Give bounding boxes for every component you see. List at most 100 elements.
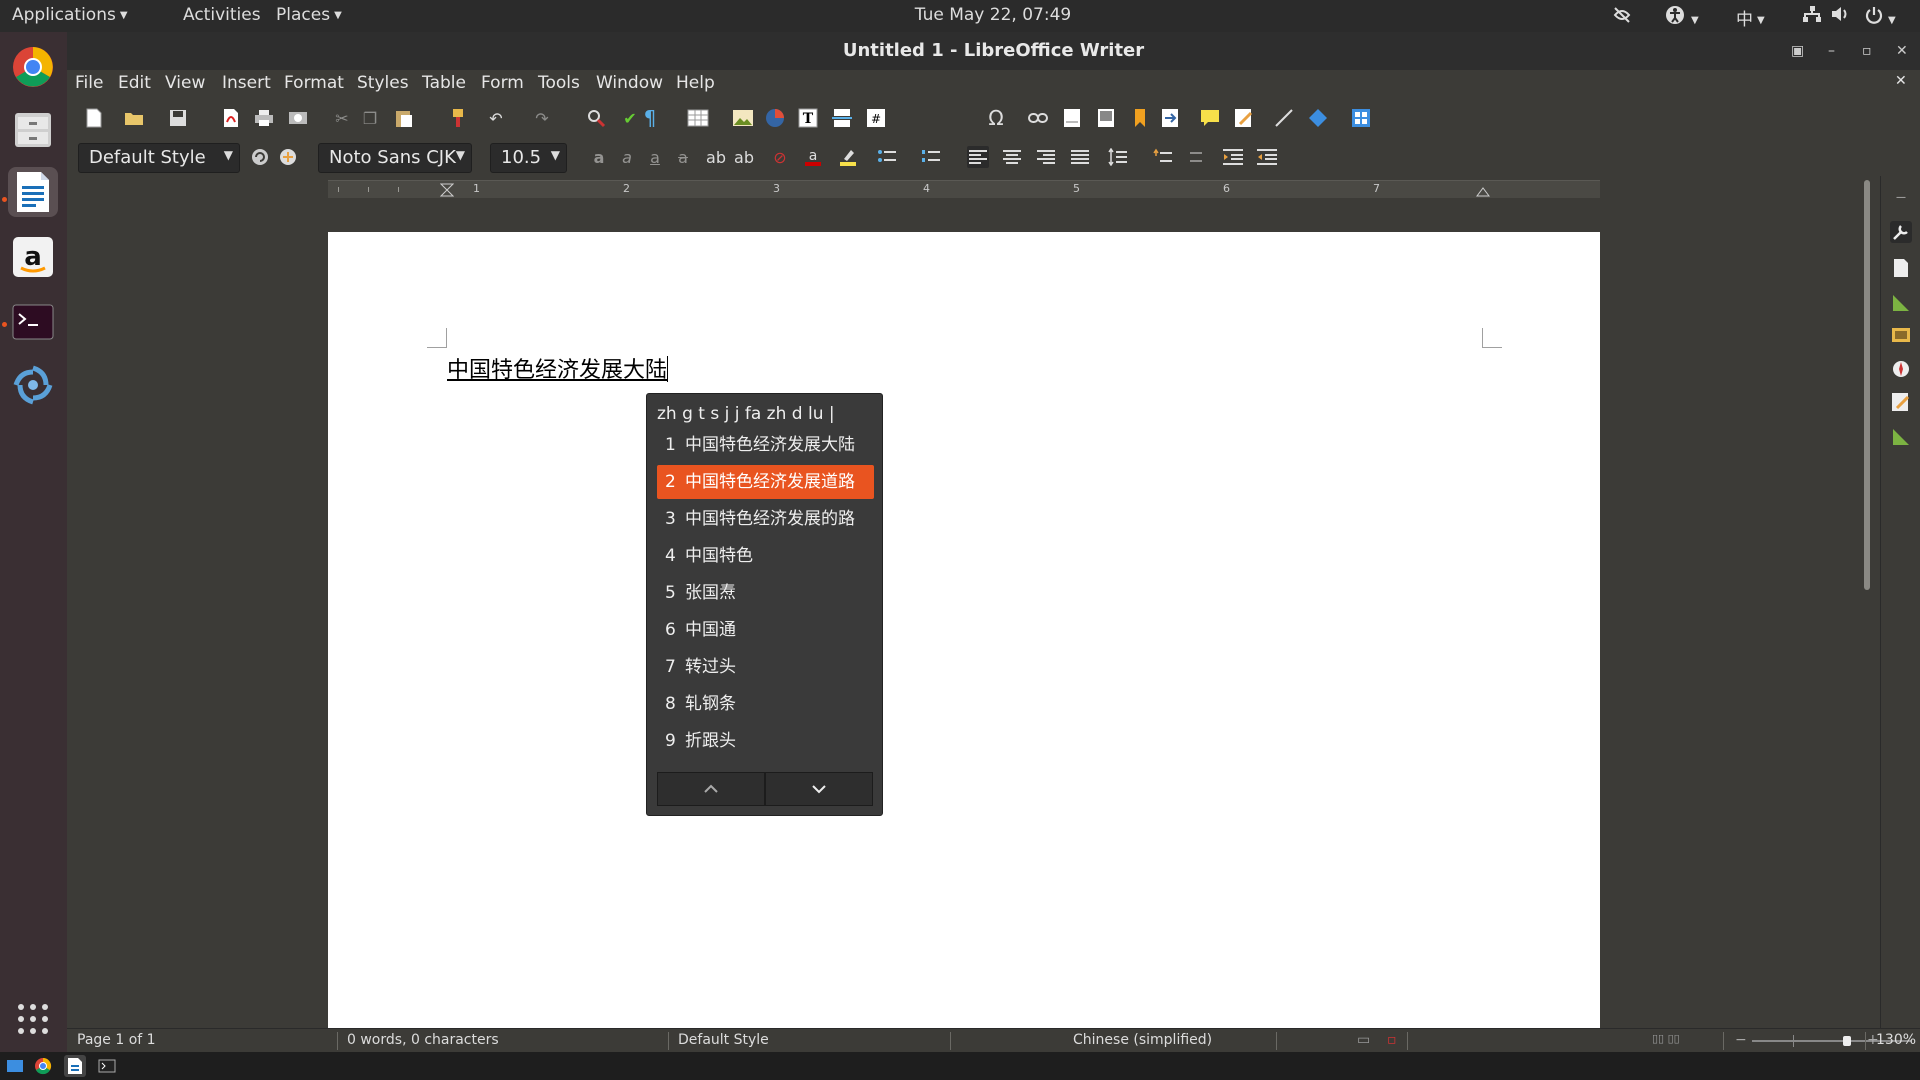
minimize-button[interactable]: – bbox=[1828, 32, 1835, 70]
chrome-launcher[interactable] bbox=[8, 42, 58, 92]
close-document-button[interactable]: ✕ bbox=[1895, 73, 1907, 89]
menu-edit[interactable]: Edit bbox=[118, 73, 151, 93]
insert-footnote-icon[interactable] bbox=[1061, 107, 1083, 129]
terminal-launcher[interactable] bbox=[8, 297, 58, 347]
volume-icon[interactable] bbox=[1830, 5, 1850, 28]
word-count-status[interactable]: 0 words, 0 characters bbox=[347, 1032, 499, 1048]
menu-help[interactable]: Help bbox=[676, 73, 715, 93]
styles-icon[interactable] bbox=[1890, 292, 1912, 314]
writer-task-icon[interactable] bbox=[64, 1055, 86, 1077]
paragraph-style-combo[interactable]: Default Style ▼ bbox=[78, 143, 240, 173]
font-color-icon[interactable]: a bbox=[802, 146, 824, 168]
insert-chart-icon[interactable] bbox=[764, 107, 786, 129]
ime-candidate[interactable]: 9 折跟头 bbox=[657, 724, 874, 758]
insert-page-break-icon[interactable] bbox=[831, 107, 853, 129]
gallery-icon[interactable] bbox=[1890, 324, 1912, 346]
line-spacing-icon[interactable] bbox=[1107, 146, 1129, 168]
insert-table-icon[interactable] bbox=[687, 107, 709, 129]
ime-next-page-button[interactable] bbox=[765, 772, 873, 806]
increase-indent-icon[interactable] bbox=[1222, 146, 1244, 168]
insert-endnote-icon[interactable] bbox=[1095, 107, 1117, 129]
amazon-launcher[interactable]: a bbox=[8, 232, 58, 282]
zoom-level-status[interactable]: 130% bbox=[1876, 1032, 1916, 1048]
show-desktop-icon[interactable] bbox=[4, 1055, 26, 1077]
universal-access-icon[interactable]: ▼ bbox=[1665, 5, 1699, 30]
accessibility-tray-icon[interactable] bbox=[1612, 5, 1632, 30]
selection-mode-icon[interactable]: ▭ bbox=[1357, 1032, 1370, 1048]
bold-icon[interactable]: a bbox=[588, 146, 610, 168]
justify-icon[interactable] bbox=[1069, 146, 1091, 168]
menu-table[interactable]: Table bbox=[422, 73, 466, 93]
underline-icon[interactable]: a bbox=[644, 146, 666, 168]
insert-bookmark-icon[interactable] bbox=[1129, 107, 1151, 129]
ime-candidate[interactable]: 8 轧钢条 bbox=[657, 687, 874, 721]
document-modified-icon[interactable]: ▫ bbox=[1387, 1032, 1397, 1048]
numbered-list-icon[interactable] bbox=[920, 146, 942, 168]
left-indent-marker[interactable] bbox=[440, 183, 454, 197]
draw-functions-icon[interactable] bbox=[1350, 107, 1372, 129]
track-changes-icon[interactable] bbox=[1233, 107, 1255, 129]
chrome-task-icon[interactable] bbox=[32, 1055, 54, 1077]
menu-styles[interactable]: Styles bbox=[357, 73, 409, 93]
paste-icon[interactable] bbox=[393, 107, 415, 129]
power-icon[interactable]: ▼ bbox=[1864, 5, 1896, 30]
insert-line-icon[interactable] bbox=[1273, 107, 1295, 129]
navigator-compass-icon[interactable] bbox=[1890, 358, 1912, 380]
insert-hyperlink-icon[interactable] bbox=[1027, 107, 1049, 129]
show-applications-button[interactable] bbox=[8, 994, 58, 1044]
scrollbar-thumb[interactable] bbox=[1864, 180, 1870, 590]
clone-formatting-icon[interactable] bbox=[447, 107, 469, 129]
ime-candidate[interactable]: 3 中国特色经济发展的路 bbox=[657, 502, 874, 536]
document-page[interactable]: 中国特色经济发展大陆 bbox=[328, 232, 1600, 1028]
align-center-icon[interactable] bbox=[1001, 146, 1023, 168]
ime-candidate[interactable]: 4 中国特色 bbox=[657, 539, 874, 573]
save-icon[interactable] bbox=[167, 107, 189, 129]
new-document-icon[interactable] bbox=[83, 107, 105, 129]
superscript-icon[interactable]: ab bbox=[705, 146, 727, 168]
window-titlebar[interactable]: Untitled 1 - LibreOffice Writer ▣ – ▫ ✕ bbox=[67, 32, 1920, 70]
zoom-slider-thumb[interactable] bbox=[1843, 1036, 1851, 1046]
highlight-color-icon[interactable] bbox=[837, 146, 859, 168]
view-layout-icon[interactable]: ▯▯ ▯▯ bbox=[1652, 1032, 1680, 1045]
spellcheck-icon[interactable]: ✔ bbox=[619, 107, 641, 129]
align-left-icon[interactable] bbox=[967, 146, 989, 168]
insert-cross-reference-icon[interactable] bbox=[1159, 107, 1181, 129]
menu-window[interactable]: Window bbox=[596, 73, 663, 93]
close-window-button[interactable]: ✕ bbox=[1896, 32, 1908, 70]
insert-field-icon[interactable]: # bbox=[865, 107, 887, 129]
open-folder-icon[interactable] bbox=[123, 107, 145, 129]
right-indent-marker[interactable] bbox=[1476, 183, 1490, 197]
network-icon[interactable] bbox=[1802, 5, 1822, 28]
menu-format[interactable]: Format bbox=[284, 73, 344, 93]
ime-prev-page-button[interactable] bbox=[657, 772, 765, 806]
formatting-marks-icon[interactable]: ¶ bbox=[639, 106, 661, 130]
font-name-combo[interactable]: Noto Sans CJK ▼ bbox=[318, 143, 472, 173]
document-body-text[interactable]: 中国特色经济发展大陆 bbox=[447, 352, 669, 384]
export-pdf-icon[interactable] bbox=[220, 107, 242, 129]
menu-file[interactable]: File bbox=[75, 73, 103, 93]
strikethrough-icon[interactable]: a bbox=[672, 146, 694, 168]
clock[interactable]: Tue May 22, 07:49 bbox=[0, 5, 1920, 25]
align-right-icon[interactable] bbox=[1035, 146, 1057, 168]
ime-candidate[interactable]: 7 转过头 bbox=[657, 650, 874, 684]
basic-shapes-icon[interactable] bbox=[1307, 107, 1329, 129]
print-preview-icon[interactable] bbox=[287, 107, 309, 129]
ime-candidate-selected[interactable]: 2 中国特色经济发展道路 bbox=[657, 465, 874, 499]
manage-changes-icon[interactable] bbox=[1890, 391, 1912, 413]
zoom-out-icon[interactable]: − bbox=[1735, 1032, 1747, 1048]
insert-image-icon[interactable] bbox=[732, 107, 754, 129]
language-status[interactable]: Chinese (simplified) bbox=[1073, 1032, 1212, 1048]
redo-icon[interactable]: ↷ bbox=[531, 107, 553, 129]
font-size-combo[interactable]: 10.5 ▼ bbox=[490, 143, 567, 173]
decrease-indent-icon[interactable] bbox=[1256, 146, 1278, 168]
update-style-icon[interactable] bbox=[249, 146, 271, 168]
terminal-task-icon[interactable] bbox=[96, 1055, 118, 1077]
subscript-icon[interactable]: ab bbox=[733, 146, 755, 168]
insert-comment-icon[interactable] bbox=[1199, 107, 1221, 129]
menu-insert[interactable]: Insert bbox=[222, 73, 271, 93]
page-icon[interactable] bbox=[1890, 257, 1912, 279]
restore-window-icon[interactable]: ▣ bbox=[1791, 32, 1804, 70]
horizontal-ruler[interactable]: 1 2 3 4 5 6 7 bbox=[328, 180, 1600, 198]
clear-formatting-icon[interactable]: ⊘ bbox=[769, 146, 791, 168]
page-style-status[interactable]: Default Style bbox=[678, 1032, 769, 1048]
